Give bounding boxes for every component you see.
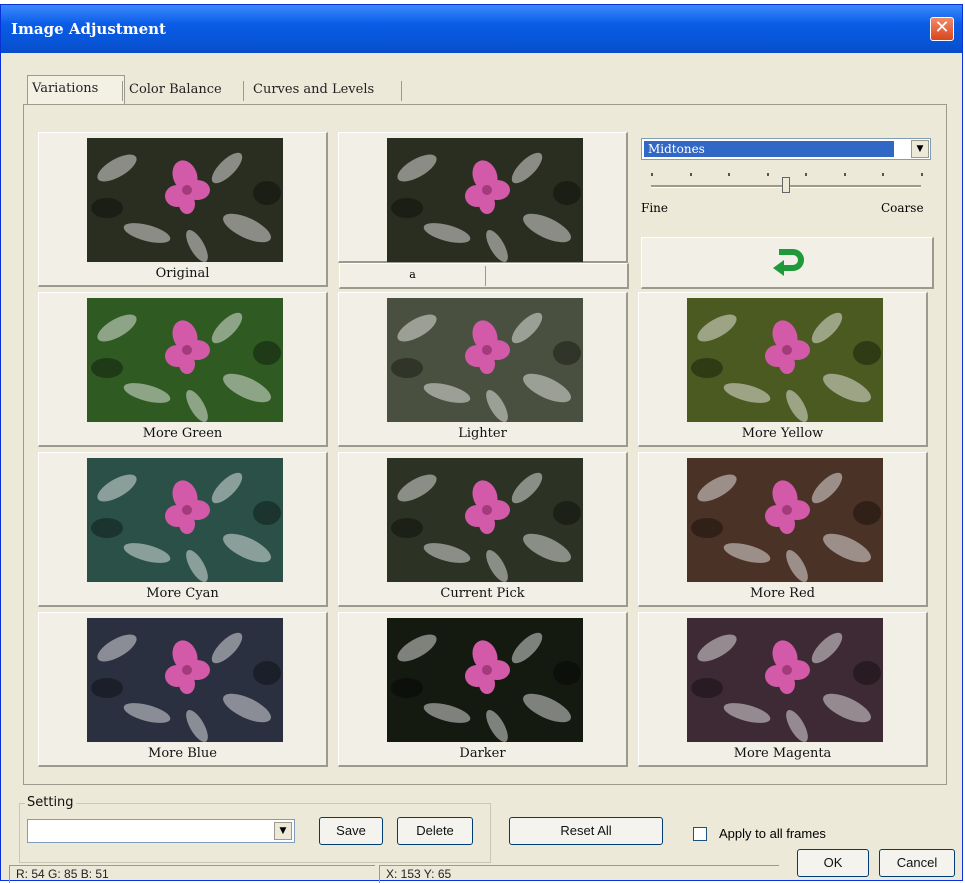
save-button[interactable]: Save (319, 817, 383, 845)
variation-thumbnail (387, 618, 583, 742)
variation-thumbnail (387, 138, 583, 262)
variation-current-pick[interactable]: Current Pick (338, 452, 628, 607)
slider-tick (882, 173, 885, 176)
cancel-button[interactable]: Cancel (879, 849, 955, 877)
variation-label: Lighter (458, 426, 507, 441)
variation-label: Original (155, 266, 210, 281)
variation-thumbnail (687, 458, 883, 582)
intensity-slider[interactable] (645, 165, 927, 199)
variation-more-red[interactable]: More Red (638, 452, 928, 607)
coarse-label: Coarse (881, 201, 924, 215)
undo-arrow-icon (773, 249, 804, 276)
status-xy: X: 153 Y: 65 (379, 865, 779, 883)
slider-tick (805, 173, 808, 176)
variation-thumbnail (687, 618, 883, 742)
pick-bar-marker: a (409, 268, 416, 281)
fine-label: Fine (641, 201, 668, 215)
setting-group-label: Setting (25, 795, 76, 810)
tab-variations[interactable]: Variations (27, 75, 125, 104)
variation-lighter[interactable]: Lighter (338, 292, 628, 447)
tab-curves-levels-label: Curves and Levels (253, 82, 375, 97)
status-rgb: R: 54 G: 85 B: 51 (9, 865, 375, 883)
variation-label: More Magenta (733, 746, 832, 761)
slider-tick (766, 173, 769, 176)
status-bar: R: 54 G: 85 B: 51 X: 153 Y: 65 (9, 865, 789, 883)
variation-thumbnail (687, 298, 883, 422)
variation-label: More Red (750, 586, 815, 601)
tab-color-balance[interactable]: Color Balance (125, 77, 226, 103)
tab-divider (243, 81, 244, 101)
slider-tick (921, 173, 923, 176)
variation-label: More Yellow (741, 426, 824, 441)
apply-all-frames-label: Apply to all frames (719, 826, 826, 841)
close-icon[interactable]: ✕ (930, 17, 954, 41)
variation-thumbnail (87, 458, 283, 582)
variation-more-yellow[interactable]: More Yellow (638, 292, 928, 447)
undo-button[interactable] (641, 237, 934, 289)
slider-thumb[interactable] (782, 177, 790, 193)
variation-thumbnail (87, 618, 283, 742)
variation-label: Darker (459, 746, 506, 761)
tab-variations-label: Variations (32, 81, 99, 96)
variation-label: More Cyan (146, 586, 219, 601)
variation-thumbnail (87, 298, 283, 422)
tone-range-select[interactable]: Midtones ▼ (641, 138, 931, 160)
slider-tick (689, 173, 692, 176)
tab-color-balance-label: Color Balance (129, 82, 222, 97)
variation-thumbnail (87, 138, 283, 262)
variation-thumbnail (387, 458, 583, 582)
variation-more-cyan[interactable]: More Cyan (38, 452, 328, 607)
title-bar: Image Adjustment ✕ (1, 5, 962, 53)
variation-more-green[interactable]: More Green (38, 292, 328, 447)
variation-original[interactable]: Original (38, 132, 328, 287)
slider-tick (843, 173, 846, 176)
variation-more-magenta[interactable]: More Magenta (638, 612, 928, 767)
apply-all-frames-checkbox[interactable] (693, 827, 707, 841)
current-pick-bar: a (339, 263, 629, 289)
setting-combo[interactable]: ▼ (27, 819, 295, 843)
ok-button[interactable]: OK (797, 849, 869, 877)
variation-preview[interactable] (338, 132, 628, 263)
delete-button[interactable]: Delete (397, 817, 473, 845)
slider-tick (728, 173, 731, 176)
variation-darker[interactable]: Darker (338, 612, 628, 767)
chevron-down-icon[interactable]: ▼ (911, 140, 929, 158)
variation-more-blue[interactable]: More Blue (38, 612, 328, 767)
slider-tick (651, 173, 653, 176)
tab-divider (401, 81, 402, 101)
variation-thumbnail (387, 298, 583, 422)
window-title: Image Adjustment (11, 20, 166, 38)
image-adjustment-dialog: Image Adjustment ✕ Variations Color Bala… (0, 4, 963, 883)
reset-all-button[interactable]: Reset All (509, 817, 663, 845)
chevron-down-icon[interactable]: ▼ (274, 822, 292, 840)
tone-range-value: Midtones (644, 141, 894, 157)
variation-label: Current Pick (440, 586, 525, 601)
variation-label: More Green (142, 426, 223, 441)
variation-label: More Blue (148, 746, 217, 761)
tab-curves-levels[interactable]: Curves and Levels (249, 77, 378, 103)
pick-bar-divider (485, 266, 486, 286)
tab-divider (122, 81, 123, 101)
